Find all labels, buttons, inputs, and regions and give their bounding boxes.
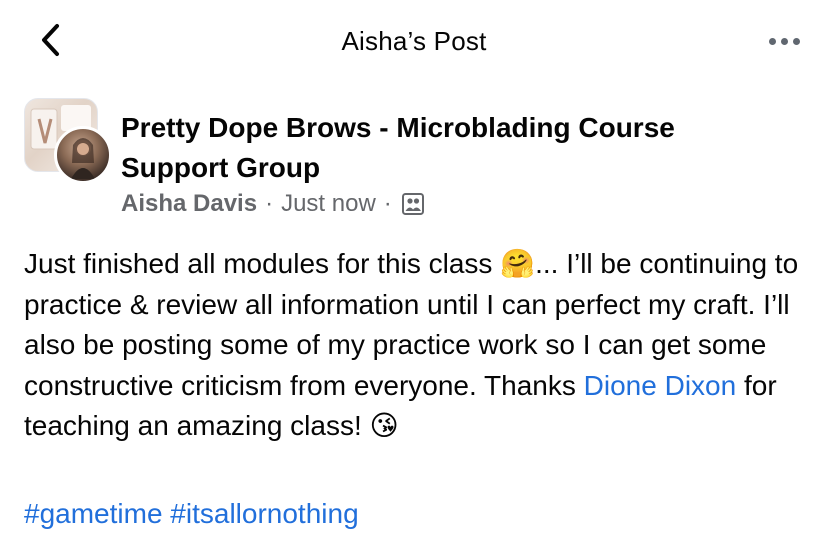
post-body: Just finished all modules for this class… (24, 244, 809, 447)
group-members-icon (401, 193, 424, 215)
more-options-button[interactable] (762, 26, 806, 56)
user-profile-image (71, 138, 95, 179)
author-name-link[interactable]: Aisha Davis (121, 190, 257, 218)
top-navigation-bar: Aisha’s Post (0, 0, 828, 84)
post-text-part1: Just finished all modules for this class (24, 248, 501, 279)
separator-dot: · (383, 190, 392, 217)
kissing-face-emoji: 😘 (369, 409, 399, 442)
more-dot (792, 37, 800, 45)
hashtag-link[interactable]: #gametime (24, 498, 163, 529)
group-name-link[interactable]: Pretty Dope Brows - Microblading Course … (121, 108, 771, 188)
post-meta: Aisha Davis · Just now · (121, 190, 424, 218)
hashtag-row: #gametime #itsallornothing (24, 498, 359, 530)
separator-dot: · (265, 190, 274, 217)
avatar[interactable] (54, 126, 112, 184)
page-title: Aisha’s Post (341, 26, 487, 56)
hugging-face-emoji: 🤗 (500, 247, 536, 280)
post-header: Pretty Dope Brows - Microblading Course … (24, 98, 814, 228)
avatar-group[interactable] (24, 98, 112, 184)
more-dot (780, 37, 788, 45)
more-horizontal-icon (768, 37, 776, 45)
mention-link[interactable]: Dione Dixon (584, 370, 737, 401)
hashtag-link[interactable]: #itsallornothing (170, 498, 358, 529)
post-timestamp[interactable]: Just now (281, 190, 376, 218)
